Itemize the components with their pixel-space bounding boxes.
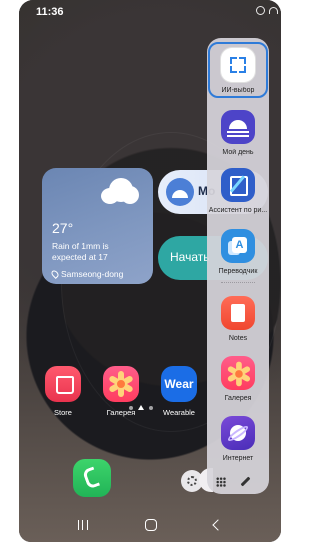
- edge-separator: [221, 282, 255, 283]
- recents-button[interactable]: [77, 520, 88, 530]
- navigation-bar: [19, 508, 281, 542]
- home-page-indicator-icon: [138, 405, 144, 410]
- page-dot: [129, 405, 133, 410]
- phone-handset-icon: [81, 466, 101, 490]
- weather-location: Samseong-dong: [50, 269, 124, 279]
- status-icons: [256, 6, 296, 15]
- mute-icon: [256, 6, 265, 15]
- sunrise-icon: [166, 178, 194, 206]
- weather-temperature: 27°: [52, 220, 74, 236]
- home-app-wearable[interactable]: Wear Wearable: [160, 366, 198, 417]
- notes-icon: [221, 296, 255, 330]
- drawing-assist-icon: [221, 168, 255, 202]
- edge-app-label: Переводчик: [218, 268, 258, 275]
- start-widget-label: Начать: [170, 250, 210, 264]
- internet-icon: [221, 416, 255, 450]
- edge-app-label: Галерея: [224, 395, 252, 402]
- cloud-icon: [101, 178, 139, 204]
- page-dot: [149, 405, 153, 410]
- gallery-flower-icon: [221, 356, 255, 390]
- weather-forecast-line1: Rain of 1mm is: [52, 241, 109, 251]
- translator-icon: A: [221, 229, 255, 263]
- edge-app-gallery[interactable]: Галерея: [207, 356, 269, 402]
- edge-app-label: Мой день: [222, 149, 254, 156]
- my-day-icon: [221, 110, 255, 144]
- edge-app-my-day[interactable]: Мой день: [207, 110, 269, 156]
- weather-location-name: Samseong-dong: [61, 269, 124, 279]
- edge-panel-footer: [216, 476, 251, 487]
- home-app-store[interactable]: Store: [44, 366, 82, 417]
- edge-app-internet[interactable]: Интернет: [207, 416, 269, 462]
- phone-app[interactable]: [73, 459, 111, 497]
- home-button[interactable]: [144, 519, 157, 531]
- location-pin-icon: [50, 269, 60, 279]
- page-indicator[interactable]: [129, 405, 153, 410]
- selected-app-outline: [208, 42, 268, 98]
- status-time: 11:36: [36, 6, 64, 18]
- weather-forecast-line2: expected at 17: [52, 252, 108, 262]
- edge-app-notes[interactable]: Notes: [207, 296, 269, 342]
- home-app-label: Wearable: [163, 408, 195, 417]
- store-icon: [45, 366, 81, 402]
- gallery-flower-icon: [103, 366, 139, 402]
- gear-icon: [187, 476, 197, 486]
- back-button[interactable]: [212, 519, 224, 531]
- wifi-icon: [269, 7, 278, 14]
- edge-app-label: Интернет: [222, 455, 254, 462]
- all-apps-grid-icon[interactable]: [216, 476, 226, 487]
- edge-app-drawing-assist[interactable]: Ассистент по ри...: [207, 168, 269, 214]
- home-app-label: Store: [54, 408, 72, 417]
- edge-app-label: Notes: [228, 335, 248, 342]
- edge-panel: ИИ-выбор Мой день Ассистент по ри... A П…: [207, 38, 269, 494]
- wear-icon: Wear: [161, 366, 197, 402]
- edge-app-translator[interactable]: A Переводчик: [207, 229, 269, 275]
- battery-icon: [282, 6, 296, 15]
- weather-widget[interactable]: 27° Rain of 1mm is expected at 17 Samseo…: [42, 168, 153, 284]
- edge-app-label: Ассистент по ри...: [208, 207, 268, 214]
